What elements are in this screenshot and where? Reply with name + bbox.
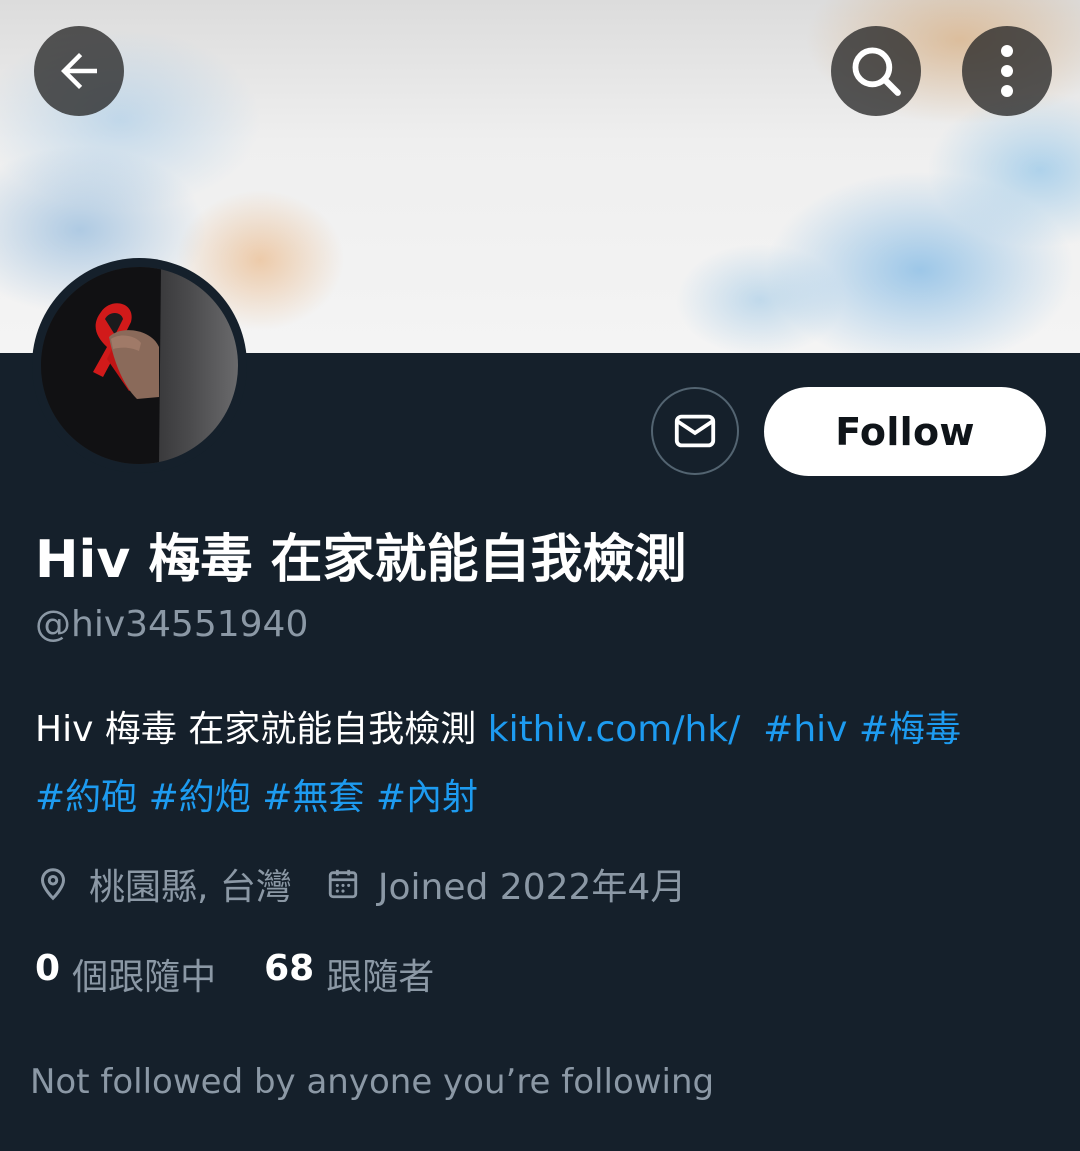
followers-label: 跟隨者 — [326, 957, 435, 998]
location-text: 桃園縣, 台灣 — [89, 867, 292, 908]
bio-link[interactable]: kithiv.com/hk/ — [488, 709, 741, 750]
mail-icon — [674, 414, 716, 448]
profile-handle: @hiv34551940 — [35, 604, 309, 645]
search-icon — [852, 47, 901, 96]
location: 桃園縣, 台灣 — [35, 858, 292, 910]
display-name: Hiv 梅毒 在家就能自我檢測 — [35, 530, 687, 590]
following-label: 個跟隨中 — [72, 957, 217, 998]
calendar-icon — [328, 869, 358, 899]
more-vertical-icon — [1001, 45, 1013, 97]
avatar-image — [41, 267, 238, 464]
profile-meta: 桃園縣, 台灣 Joined 2022年4月 — [35, 858, 686, 910]
follow-button[interactable]: Follow — [764, 387, 1046, 476]
bio-hashtags-line2[interactable]: #約砲 #約炮 #無套 #內射 — [35, 777, 478, 818]
red-ribbon-icon — [41, 267, 161, 464]
arrow-left-icon — [61, 53, 97, 89]
followers-stat[interactable]: 68 跟隨者 — [264, 948, 434, 1000]
message-button[interactable] — [651, 387, 739, 475]
bio-text: Hiv 梅毒 在家就能自我檢測 — [35, 709, 488, 750]
follow-stats: 0 個跟隨中 68 跟隨者 — [35, 948, 482, 1000]
profile-bio: Hiv 梅毒 在家就能自我檢測 kithiv.com/hk/ #hiv #梅毒 … — [35, 696, 1045, 832]
search-button[interactable] — [831, 26, 921, 116]
location-pin-icon — [40, 868, 66, 901]
following-stat[interactable]: 0 個跟隨中 — [35, 948, 216, 1000]
join-date: Joined 2022年4月 — [326, 858, 686, 910]
bio-hashtags-line1[interactable]: #hiv #梅毒 — [763, 709, 961, 750]
more-options-button[interactable] — [962, 26, 1052, 116]
following-count: 0 — [35, 948, 61, 989]
join-date-text: Joined 2022年4月 — [377, 867, 687, 908]
back-button[interactable] — [34, 26, 124, 116]
followers-count: 68 — [264, 948, 315, 989]
mutuals-note: Not followed by anyone you’re following — [30, 1062, 715, 1102]
profile-avatar[interactable] — [32, 258, 247, 473]
